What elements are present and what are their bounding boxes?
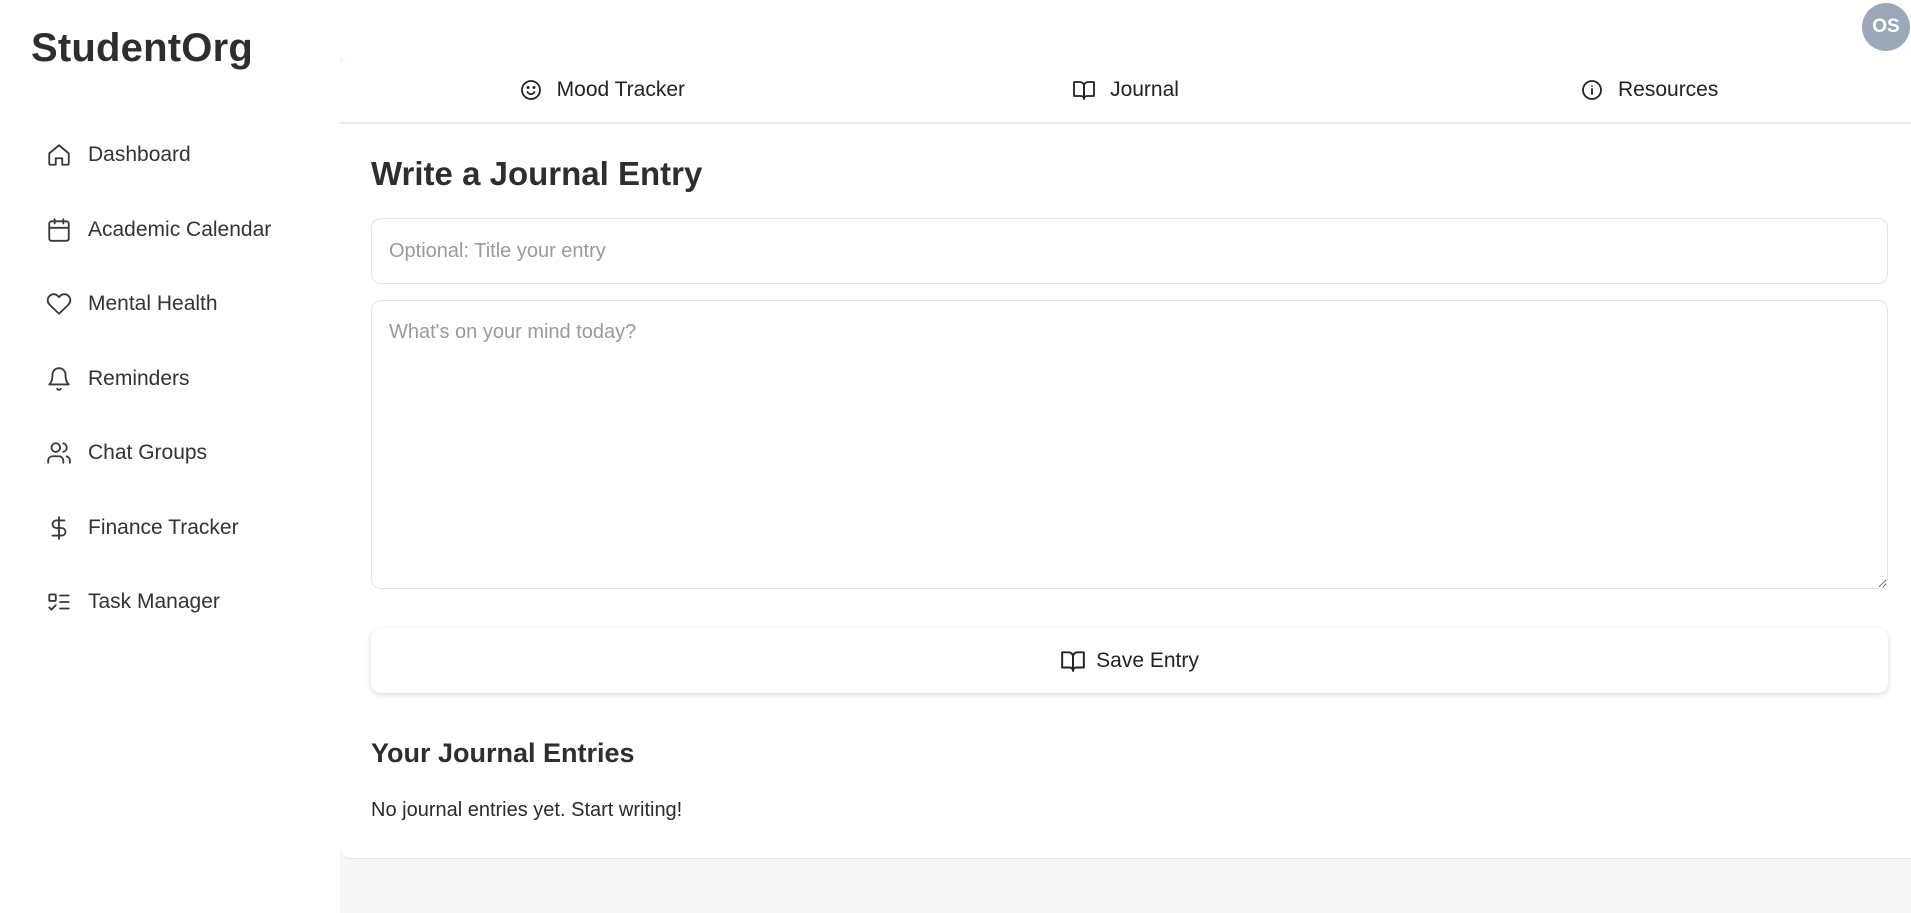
users-icon <box>46 440 72 466</box>
smile-icon <box>519 78 543 102</box>
sidebar-item-finance-tracker[interactable]: Finance Tracker <box>0 491 340 566</box>
main-header <box>340 0 1911 58</box>
calendar-icon <box>46 217 72 243</box>
save-entry-button[interactable]: Save Entry <box>371 628 1888 693</box>
entry-body-textarea[interactable] <box>371 300 1888 589</box>
sidebar: StudentOrg Dashboard Academic Calendar M… <box>0 0 340 913</box>
tab-resources[interactable]: Resources <box>1387 58 1911 122</box>
sidebar-item-dashboard[interactable]: Dashboard <box>0 118 340 193</box>
list-checks-icon <box>46 589 72 615</box>
brand-logo[interactable]: StudentOrg <box>31 26 253 71</box>
entry-title-input[interactable] <box>371 218 1888 284</box>
tab-bar: Mood Tracker Journal Resources <box>340 58 1911 124</box>
home-icon <box>46 142 72 168</box>
sidebar-item-task-manager[interactable]: Task Manager <box>0 565 340 640</box>
sidebar-item-mental-health[interactable]: Mental Health <box>0 267 340 342</box>
sidebar-item-academic-calendar[interactable]: Academic Calendar <box>0 193 340 268</box>
book-open-icon <box>1060 648 1086 674</box>
sidebar-item-label: Finance Tracker <box>88 515 239 539</box>
dollar-icon <box>46 515 72 541</box>
tab-label: Journal <box>1110 78 1179 101</box>
sidebar-item-chat-groups[interactable]: Chat Groups <box>0 416 340 491</box>
book-open-icon <box>1072 78 1096 102</box>
bell-icon <box>46 366 72 392</box>
entries-heading: Your Journal Entries <box>371 738 635 768</box>
sidebar-nav: Dashboard Academic Calendar Mental Healt… <box>0 118 340 640</box>
app-root: StudentOrg Dashboard Academic Calendar M… <box>0 0 1911 913</box>
page-title: Write a Journal Entry <box>371 155 703 192</box>
sidebar-item-label: Chat Groups <box>88 441 208 465</box>
sidebar-item-reminders[interactable]: Reminders <box>0 342 340 417</box>
sidebar-item-label: Mental Health <box>88 292 218 316</box>
sidebar-item-label: Academic Calendar <box>88 217 272 241</box>
avatar[interactable]: OS <box>1862 3 1910 51</box>
heart-icon <box>46 291 72 317</box>
tab-mood-tracker[interactable]: Mood Tracker <box>340 58 864 122</box>
sidebar-item-label: Reminders <box>88 366 190 390</box>
tab-label: Mood Tracker <box>556 78 686 101</box>
save-entry-label: Save Entry <box>1096 648 1199 672</box>
empty-entries-message: No journal entries yet. Start writing! <box>371 799 683 821</box>
tab-label: Resources <box>1617 78 1719 101</box>
tab-journal[interactable]: Journal <box>864 58 1388 122</box>
info-icon <box>1580 78 1604 102</box>
sidebar-item-label: Task Manager <box>88 590 220 614</box>
sidebar-item-label: Dashboard <box>88 143 191 167</box>
